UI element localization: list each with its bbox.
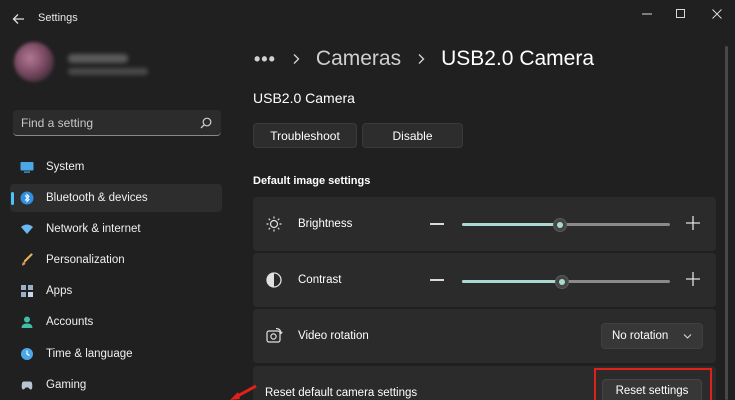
title-bar: Settings bbox=[0, 0, 735, 38]
video-rotation-dropdown[interactable]: No rotation bbox=[601, 323, 703, 349]
search-input[interactable] bbox=[21, 114, 191, 132]
contrast-increase-button[interactable] bbox=[685, 271, 701, 287]
maximize-button[interactable] bbox=[663, 4, 699, 24]
sidebar-item-time-language[interactable]: Time & language bbox=[10, 340, 222, 368]
sidebar-item-label: Bluetooth & devices bbox=[46, 192, 148, 205]
close-icon bbox=[712, 9, 722, 19]
accounts-icon bbox=[21, 316, 33, 329]
video-rotation-label: Video rotation bbox=[298, 330, 369, 342]
sidebar-item-system[interactable]: System bbox=[10, 153, 222, 181]
red-arrow-annotation bbox=[230, 384, 257, 400]
minimize-icon bbox=[642, 13, 652, 15]
time-language-icon bbox=[21, 347, 33, 360]
slider-fill bbox=[462, 280, 562, 283]
slider-thumb[interactable] bbox=[554, 275, 569, 289]
sidebar-item-label: Apps bbox=[46, 285, 73, 298]
page-title: USB2.0 Camera bbox=[441, 47, 595, 70]
gaming-icon bbox=[21, 381, 33, 390]
sidebar-nav: System Bluetooth & devices Network & int… bbox=[10, 153, 222, 400]
troubleshoot-button[interactable]: Troubleshoot bbox=[253, 123, 357, 148]
sidebar-item-label: Gaming bbox=[46, 378, 87, 391]
search-icon[interactable] bbox=[199, 116, 213, 130]
apps-icon bbox=[21, 285, 33, 298]
chevron-down-icon bbox=[683, 334, 692, 339]
bluetooth-icon bbox=[20, 191, 34, 205]
brightness-label: Brightness bbox=[298, 218, 353, 230]
close-button[interactable] bbox=[699, 4, 735, 24]
back-arrow-icon bbox=[12, 14, 24, 24]
sidebar-item-apps[interactable]: Apps bbox=[10, 277, 222, 305]
search-box[interactable] bbox=[13, 110, 221, 136]
app-title: Settings bbox=[38, 12, 78, 24]
contrast-card: Contrast bbox=[253, 253, 716, 307]
sidebar-item-label: Time & language bbox=[46, 347, 133, 360]
brightness-icon bbox=[266, 216, 282, 232]
section-title: Default image settings bbox=[253, 175, 371, 187]
sidebar-item-bluetooth-devices[interactable]: Bluetooth & devices bbox=[10, 184, 222, 213]
avatar[interactable] bbox=[14, 42, 54, 82]
breadcrumb-cameras-link[interactable]: Cameras bbox=[316, 47, 401, 71]
reset-label: Reset default camera settings bbox=[265, 387, 418, 399]
slider-thumb[interactable] bbox=[552, 218, 567, 232]
contrast-label: Contrast bbox=[298, 274, 342, 286]
account-email-blurred bbox=[68, 68, 148, 75]
network-icon bbox=[21, 224, 33, 235]
sidebar-item-personalization[interactable]: Personalization bbox=[10, 246, 222, 274]
sidebar-item-accounts[interactable]: Accounts bbox=[10, 308, 222, 336]
contrast-slider[interactable] bbox=[462, 275, 670, 289]
brightness-slider[interactable] bbox=[462, 218, 670, 232]
brightness-increase-button[interactable] bbox=[685, 215, 701, 231]
minimize-button[interactable] bbox=[629, 4, 665, 24]
chevron-right-icon bbox=[293, 54, 300, 64]
personalization-icon bbox=[22, 253, 33, 266]
sidebar-item-network-internet[interactable]: Network & internet bbox=[10, 215, 222, 243]
breadcrumb-overflow-button[interactable]: ••• bbox=[254, 49, 276, 70]
breadcrumb: ••• Cameras USB2.0 Camera bbox=[254, 44, 594, 74]
sidebar-item-label: Personalization bbox=[46, 254, 125, 267]
system-icon bbox=[20, 162, 34, 173]
slider-fill bbox=[462, 223, 560, 226]
brightness-decrease-button[interactable] bbox=[430, 223, 444, 225]
contrast-decrease-button[interactable] bbox=[430, 279, 444, 281]
sidebar-item-label: Accounts bbox=[46, 316, 94, 329]
highlight-annotation-box bbox=[594, 368, 712, 400]
device-name: USB2.0 Camera bbox=[253, 90, 355, 106]
back-button[interactable] bbox=[10, 10, 28, 28]
chevron-right-icon bbox=[418, 54, 425, 64]
sidebar-item-gaming[interactable]: Gaming bbox=[10, 371, 222, 399]
sidebar-item-label: Network & internet bbox=[46, 223, 141, 236]
contrast-icon bbox=[266, 272, 282, 288]
account-name-blurred bbox=[68, 54, 128, 63]
brightness-card: Brightness bbox=[253, 197, 716, 251]
scrollbar[interactable] bbox=[725, 46, 728, 400]
disable-button[interactable]: Disable bbox=[362, 123, 463, 148]
maximize-icon bbox=[676, 9, 685, 18]
sidebar-item-label: System bbox=[46, 161, 85, 173]
rotate-camera-icon bbox=[266, 327, 283, 343]
dropdown-selected-value: No rotation bbox=[612, 330, 669, 342]
video-rotation-card: Video rotation No rotation bbox=[253, 309, 716, 363]
